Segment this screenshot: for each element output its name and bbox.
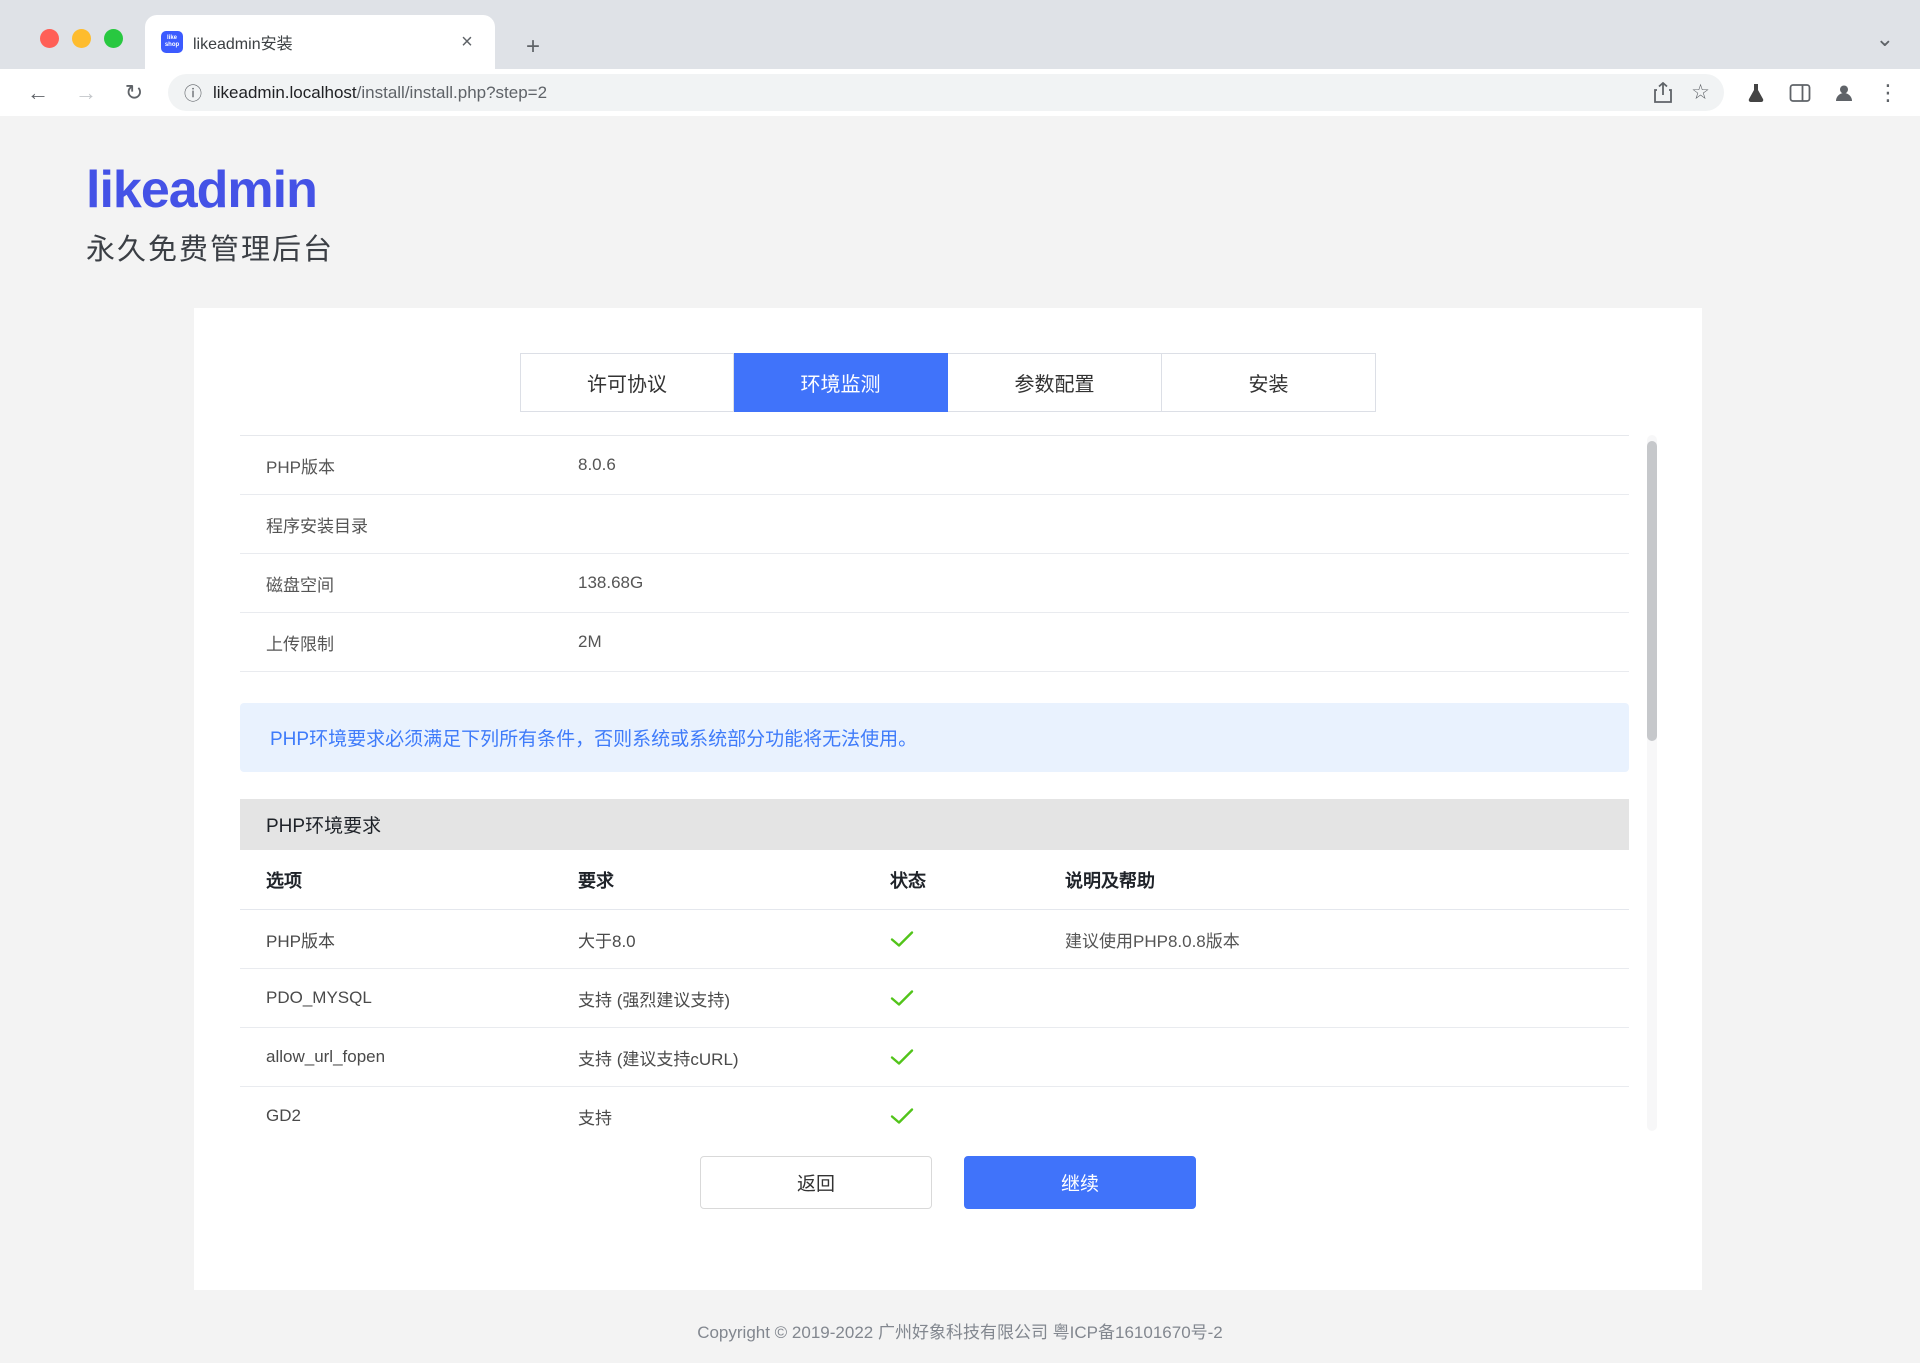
table-row: 上传限制 2M	[240, 613, 1629, 672]
browser-tab[interactable]: like shop likeadmin安装 ×	[145, 15, 495, 69]
info-label: 磁盘空间	[266, 575, 334, 595]
back-button[interactable]: 返回	[700, 1156, 932, 1209]
info-value: 138.68G	[578, 573, 644, 592]
tab-close-icon[interactable]: ×	[455, 30, 479, 54]
tab-parameter-config[interactable]: 参数配置	[948, 353, 1162, 412]
action-buttons: 返回 继续	[194, 1156, 1702, 1209]
scrollbar-track[interactable]	[1647, 435, 1657, 1131]
table-row: PHP版本 8.0.6	[240, 436, 1629, 495]
req-requirement: 支持 (强烈建议支持)	[578, 990, 731, 1010]
side-panel-icon[interactable]	[1782, 75, 1818, 111]
req-option: PDO_MYSQL	[266, 988, 372, 1007]
back-icon[interactable]: ←	[21, 76, 55, 110]
info-label: PHP版本	[266, 457, 335, 477]
info-value: 8.0.6	[578, 455, 616, 474]
column-header-status: 状态	[890, 870, 926, 891]
browser-chrome: like shop likeadmin安装 × + ⌄ ← → ↻ ⓘ like…	[0, 0, 1920, 116]
window-minimize-button[interactable]	[72, 29, 91, 48]
window-close-button[interactable]	[40, 29, 59, 48]
info-label: 程序安装目录	[266, 516, 368, 536]
chevron-down-icon[interactable]: ⌄	[1876, 26, 1894, 52]
tab-title: likeadmin安装	[193, 36, 293, 53]
table-row: 磁盘空间 138.68G	[240, 554, 1629, 613]
column-header-help: 说明及帮助	[1065, 870, 1155, 891]
extension-flask-icon[interactable]	[1738, 75, 1774, 111]
bookmark-star-icon[interactable]: ☆	[1691, 80, 1710, 105]
table-row: PDO_MYSQL 支持 (强烈建议支持)	[240, 969, 1629, 1028]
environment-scroll-area[interactable]: PHP版本 8.0.6 程序安装目录 磁盘空间 138.68G 上传限制 2M …	[240, 435, 1629, 1131]
php-requirements-section-title: PHP环境要求	[240, 799, 1629, 850]
favicon-likeshop: like shop	[161, 31, 183, 53]
brand-tagline: 永久免费管理后台	[86, 234, 335, 266]
req-help: 建议使用PHP8.0.8版本	[1065, 931, 1240, 951]
requirements-header-row: 选项 要求 状态 说明及帮助	[240, 850, 1629, 910]
reload-icon[interactable]: ↻	[117, 76, 151, 110]
copyright-footer: Copyright © 2019-2022 广州好象科技有限公司 粤ICP备16…	[697, 1323, 1223, 1342]
column-header-option: 选项	[266, 870, 302, 891]
profile-avatar-icon[interactable]	[1826, 75, 1862, 111]
tab-license[interactable]: 许可协议	[520, 353, 734, 412]
check-icon	[890, 989, 1065, 1007]
brand-header: likeadmin 永久免费管理后台	[86, 164, 1920, 268]
continue-button[interactable]: 继续	[964, 1156, 1196, 1209]
toolbar-right-icons: ⋮	[1738, 75, 1906, 111]
check-icon	[890, 930, 1065, 948]
window-zoom-button[interactable]	[104, 29, 123, 48]
new-tab-button[interactable]: +	[518, 32, 548, 62]
forward-icon[interactable]: →	[69, 76, 103, 110]
req-requirement: 大于8.0	[578, 931, 636, 951]
req-option: GD2	[266, 1106, 301, 1125]
info-label: 上传限制	[266, 634, 334, 654]
tab-environment-check[interactable]: 环境监测	[734, 353, 948, 412]
table-row: GD2 支持	[240, 1087, 1629, 1131]
tab-install[interactable]: 安装	[1162, 353, 1376, 412]
check-icon	[890, 1048, 1065, 1066]
req-requirement: 支持 (建议支持cURL)	[578, 1049, 739, 1069]
address-bar[interactable]: ⓘ likeadmin.localhost/install/install.ph…	[168, 74, 1724, 111]
step-tabs: 许可协议 环境监测 参数配置 安装	[520, 308, 1376, 412]
table-row: allow_url_fopen 支持 (建议支持cURL)	[240, 1028, 1629, 1087]
php-requirements-notice: PHP环境要求必须满足下列所有条件，否则系统或系统部分功能将无法使用。	[240, 703, 1629, 772]
browser-toolbar: ← → ↻ ⓘ likeadmin.localhost/install/inst…	[0, 69, 1920, 116]
check-icon	[890, 1107, 1065, 1125]
tab-strip: like shop likeadmin安装 × + ⌄	[0, 0, 1920, 69]
req-requirement: 支持	[578, 1108, 612, 1128]
table-row: 程序安装目录	[240, 495, 1629, 554]
scrollbar-thumb[interactable]	[1647, 441, 1657, 741]
share-icon[interactable]	[1653, 81, 1673, 104]
req-option: PHP版本	[266, 931, 335, 951]
window-controls	[40, 29, 123, 48]
url-text: likeadmin.localhost/install/install.php?…	[213, 82, 548, 102]
req-option: allow_url_fopen	[266, 1047, 386, 1066]
install-page: likeadmin 永久免费管理后台 许可协议 环境监测 参数配置 安装 PHP…	[0, 116, 1920, 1343]
column-header-requirement: 要求	[578, 870, 614, 891]
install-card: 许可协议 环境监测 参数配置 安装 PHP版本 8.0.6 程序安装目录 磁盘空…	[194, 308, 1702, 1290]
site-info-icon[interactable]: ⓘ	[184, 80, 202, 106]
browser-menu-icon[interactable]: ⋮	[1870, 75, 1906, 111]
likeadmin-logo: likeadmin	[86, 161, 318, 219]
table-row: PHP版本 大于8.0 建议使用PHP8.0.8版本	[240, 910, 1629, 969]
info-value: 2M	[578, 632, 602, 651]
